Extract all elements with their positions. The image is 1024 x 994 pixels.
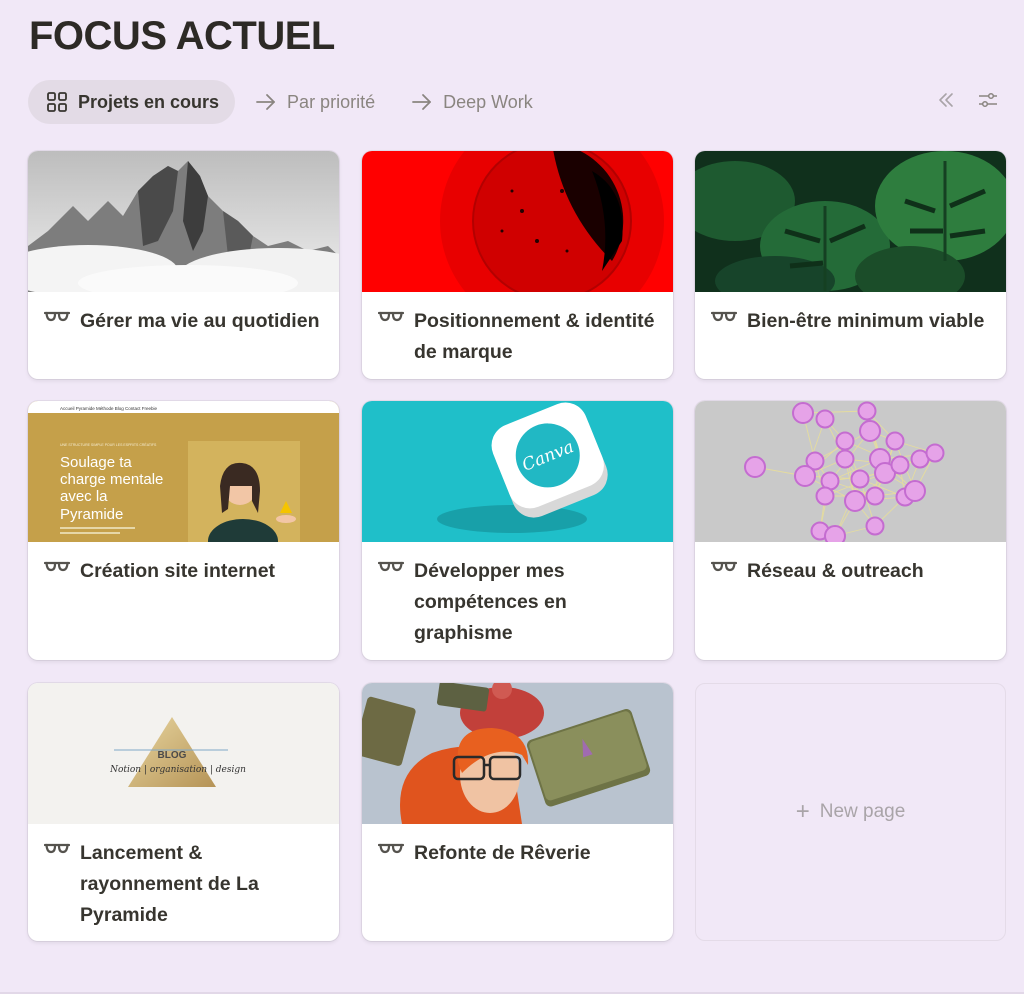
card-cover-monstera [695, 151, 1006, 292]
new-page-label: New page [819, 801, 906, 822]
card-cover-red-circle [362, 151, 673, 292]
glasses-icon [377, 842, 405, 864]
card-title: Lancement & rayonnement de La Pyramide [80, 842, 259, 926]
tab-label: Deep Work [443, 91, 533, 112]
view-tabs: Projets en cours Par priorité Deep Work [28, 80, 551, 124]
tab-par-priorite[interactable]: Par priorité [237, 80, 391, 124]
gallery-card[interactable]: Bien-être minimum viable [695, 151, 1006, 379]
card-cover-website: Accueil Pyramide Méthode Blog Contact Fr… [28, 401, 339, 542]
glasses-icon [377, 310, 405, 332]
card-cover-mountain [28, 151, 339, 292]
tab-label: Projets en cours [78, 91, 220, 112]
settings-button[interactable] [976, 86, 1000, 118]
gallery-card[interactable]: Refonte de Rêverie [362, 683, 673, 941]
gallery-card[interactable]: Accueil Pyramide Méthode Blog Contact Fr… [28, 401, 339, 660]
blog-tagline: Notion | organisation | design [109, 765, 246, 775]
glasses-icon [43, 560, 71, 582]
card-cover-network [695, 401, 1006, 542]
card-title: Refonte de Rêverie [414, 842, 591, 864]
glasses-icon [43, 310, 71, 332]
glasses-icon [43, 842, 71, 864]
tab-projets-en-cours[interactable]: Projets en cours [28, 80, 236, 124]
card-title: Gérer ma vie au quotidien [80, 310, 320, 332]
card-title: Création site internet [80, 560, 276, 582]
gallery-card[interactable]: Gérer ma vie au quotidien [28, 151, 339, 379]
card-title: Bien-être minimum viable [747, 310, 985, 332]
plus-icon: + [795, 798, 810, 825]
card-cover-canva: Canva [362, 401, 673, 542]
card-title: Développer mes compétences en graphisme [414, 560, 567, 644]
glasses-icon [710, 310, 738, 332]
arrow-right-icon [255, 91, 277, 113]
gallery-card[interactable]: Réseau & outreach [695, 401, 1006, 660]
card-title: Réseau & outreach [747, 560, 924, 582]
gallery-card[interactable]: BLOG Notion | organisation | design Lanc… [28, 683, 339, 941]
gallery-icon [46, 91, 68, 113]
tab-label: Par priorité [287, 91, 376, 112]
page-title: FOCUS ACTUEL [29, 14, 335, 58]
card-cover-reverie [362, 683, 673, 824]
gallery-card[interactable]: Canva Développer mes compétences en grap… [362, 401, 673, 660]
new-page-button[interactable]: + New page [695, 683, 1006, 941]
filter-settings-icon [978, 91, 998, 114]
collapse-double-chevron-icon [937, 91, 955, 114]
blog-logo-text: BLOG [158, 750, 187, 761]
collapse-button[interactable] [934, 86, 958, 118]
card-cover-blog-logo: BLOG Notion | organisation | design [28, 683, 339, 824]
view-tools [934, 86, 1000, 118]
glasses-icon [377, 560, 405, 582]
glasses-icon [710, 560, 738, 582]
mockup-kicker: UNE STRUCTURE SIMPLE POUR LES ESPRITS CR… [60, 442, 157, 447]
mockup-nav: Accueil Pyramide Méthode Blog Contact Fr… [60, 406, 158, 411]
tab-deep-work[interactable]: Deep Work [393, 80, 549, 124]
arrow-right-icon [411, 91, 433, 113]
card-title: Positionnement & identité de marque [414, 310, 655, 363]
gallery-card[interactable]: Positionnement & identité de marque [362, 151, 673, 379]
